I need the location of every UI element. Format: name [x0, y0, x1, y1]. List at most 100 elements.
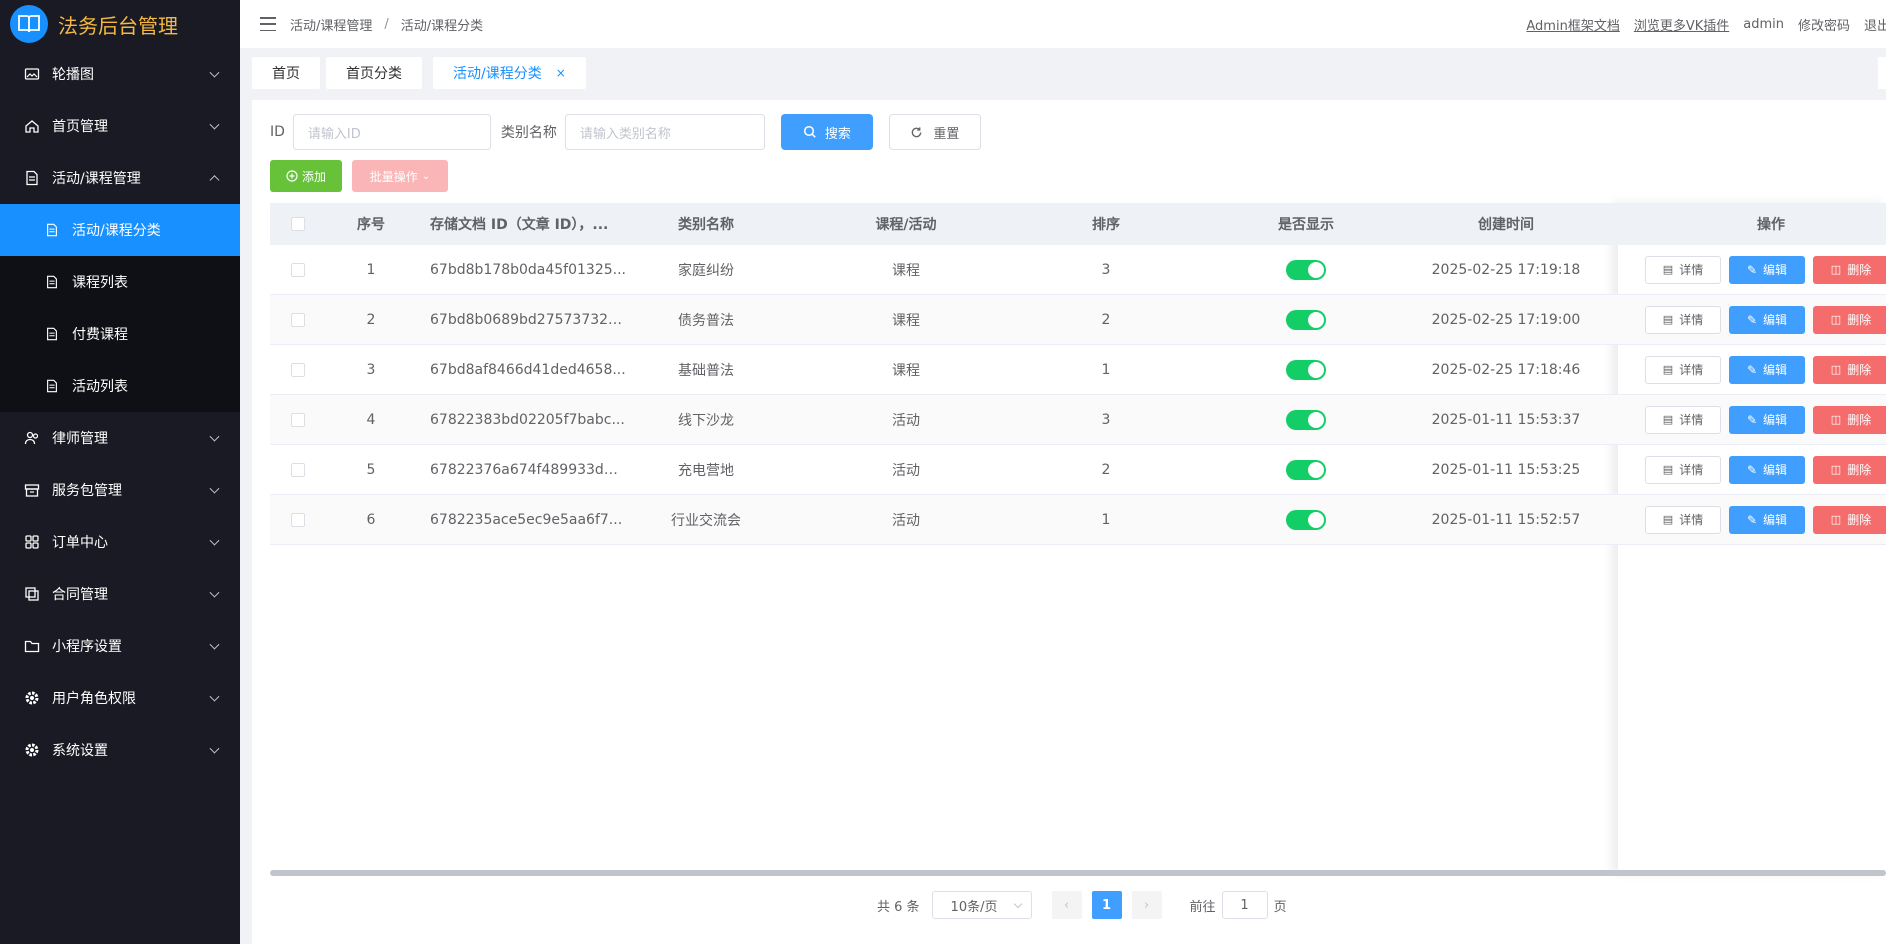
- logout-link[interactable]: 退出: [1864, 15, 1886, 34]
- visible-toggle[interactable]: [1286, 259, 1326, 280]
- edit-button[interactable]: ✎ 编辑: [1729, 505, 1805, 534]
- add-button[interactable]: 添加: [270, 160, 342, 192]
- doc-id-cell: 67bd8b178b0da45f01325...: [430, 261, 626, 278]
- doc-id-cell: 67bd8b0689bd27573732a...: [430, 311, 626, 328]
- edit-button[interactable]: ✎ 编辑: [1729, 405, 1805, 434]
- created-time-cell: 2025-01-11 15:53:37: [1431, 411, 1581, 428]
- sidebar-item-paid-course[interactable]: 付费课程: [0, 308, 240, 360]
- category-name-input[interactable]: 请输入类别名称: [564, 114, 765, 150]
- batch-operation-button[interactable]: 批量操作 ⌄: [352, 160, 448, 192]
- goto-page-input[interactable]: 1: [1221, 891, 1268, 919]
- edit-button[interactable]: ✎ 编辑: [1729, 355, 1805, 384]
- sidebar-item-activity-list[interactable]: 活动列表: [0, 360, 240, 412]
- select-all-checkbox[interactable]: [291, 217, 305, 231]
- view-button[interactable]: ▤ 详情: [1645, 505, 1721, 534]
- view-button-label: 详情: [1679, 463, 1704, 477]
- row-checkbox[interactable]: [291, 512, 305, 527]
- category-name-label: 类别名称: [500, 125, 557, 141]
- delete-button[interactable]: ◫ 删除: [1813, 255, 1886, 284]
- sidebar-item-home[interactable]: 首页管理: [0, 100, 240, 152]
- vk-plugins-link[interactable]: 浏览更多VK插件: [1634, 15, 1729, 34]
- change-password-link[interactable]: 修改密码: [1798, 15, 1850, 34]
- sidebar-item-system[interactable]: 系统设置: [0, 724, 240, 776]
- column-header: 创建时间: [1478, 217, 1534, 233]
- top-header: 活动/课程管理 / 活动/课程分类 Admin框架文档 浏览更多VK插件 adm…: [240, 0, 1886, 48]
- chevron-down-icon: [1013, 899, 1022, 909]
- view-button-label: 详情: [1679, 313, 1704, 327]
- chevron-down-icon: [209, 535, 220, 546]
- delete-button[interactable]: ◫ 删除: [1813, 355, 1886, 384]
- chevron-down-icon: ⌄: [421, 170, 431, 182]
- delete-button[interactable]: ◫ 删除: [1813, 505, 1886, 534]
- operation-cell: ▤ 详情 ✎ 编辑 ◫ 删除: [1636, 455, 1886, 484]
- row-checkbox[interactable]: [291, 462, 305, 477]
- operation-cell: ▤ 详情 ✎ 编辑 ◫ 删除: [1636, 305, 1886, 334]
- sidebar-item-contract[interactable]: 合同管理: [0, 568, 240, 620]
- view-button-label: 详情: [1679, 263, 1704, 277]
- sidebar-item-label: 活动列表: [72, 379, 128, 395]
- sidebar-item-banner[interactable]: 轮播图: [0, 48, 240, 100]
- doc-id-cell: 6782235ace5ec9e5aa6f7...: [430, 511, 623, 528]
- edit-button[interactable]: ✎ 编辑: [1729, 455, 1805, 484]
- delete-button[interactable]: ◫ 删除: [1813, 405, 1886, 434]
- sidebar-item-roles[interactable]: 用户角色权限: [0, 672, 240, 724]
- sidebar-item-miniprogram[interactable]: 小程序设置: [0, 620, 240, 672]
- table-row: 2 67bd8b0689bd27573732a... 债务普法 课程 2 2025-02-…: [270, 295, 1886, 345]
- column-header: 排序: [1092, 217, 1120, 233]
- edit-button[interactable]: ✎ 编辑: [1729, 255, 1805, 284]
- row-checkbox[interactable]: [291, 362, 305, 377]
- sidebar-item-label: 服务包管理: [52, 483, 122, 499]
- sidebar-item-activity[interactable]: 活动/课程管理: [0, 152, 240, 204]
- sidebar-item-orders[interactable]: 订单中心: [0, 516, 240, 568]
- row-checkbox[interactable]: [291, 312, 305, 327]
- visible-toggle[interactable]: [1286, 459, 1326, 480]
- breadcrumb: 活动/课程管理 / 活动/课程分类: [290, 15, 483, 34]
- row-checkbox[interactable]: [291, 262, 305, 277]
- goto-suffix: 页: [1273, 899, 1287, 915]
- horizontal-scrollbar[interactable]: [270, 870, 1886, 876]
- visible-toggle[interactable]: [1286, 309, 1326, 330]
- tab-home[interactable]: 首页: [252, 57, 320, 89]
- id-input[interactable]: 请输入ID: [292, 114, 491, 150]
- row-checkbox[interactable]: [291, 412, 305, 427]
- prev-page-button[interactable]: ‹: [1051, 891, 1082, 919]
- tab-activity-category[interactable]: 活动/课程分类 ×: [433, 57, 586, 89]
- breadcrumb-separator: /: [384, 16, 389, 32]
- delete-button-label: 删除: [1847, 263, 1872, 277]
- created-time-cell: 2025-02-25 17:19:00: [1431, 311, 1581, 328]
- search-button[interactable]: 搜索: [780, 114, 873, 150]
- menu-fold-icon[interactable]: [260, 17, 276, 31]
- visible-toggle[interactable]: [1286, 409, 1326, 430]
- view-button[interactable]: ▤ 详情: [1645, 355, 1721, 384]
- visible-toggle[interactable]: [1286, 509, 1326, 530]
- visible-toggle[interactable]: [1286, 359, 1326, 380]
- sidebar-item-service-pack[interactable]: 服务包管理: [0, 464, 240, 516]
- sidebar-item-activity-category[interactable]: 活动/课程分类: [0, 204, 240, 256]
- chevron-down-icon: [209, 587, 220, 598]
- current-page[interactable]: 1: [1091, 891, 1122, 919]
- admin-docs-link[interactable]: Admin框架文档: [1526, 15, 1619, 34]
- index-cell: 4: [366, 411, 376, 428]
- next-page-button[interactable]: ›: [1131, 891, 1162, 919]
- trash-icon: ◫: [1830, 363, 1842, 376]
- sidebar-item-lawyer[interactable]: 律师管理: [0, 412, 240, 464]
- edit-button[interactable]: ✎ 编辑: [1729, 305, 1805, 334]
- tab-home-category[interactable]: 首页分类: [326, 57, 422, 89]
- view-button[interactable]: ▤ 详情: [1645, 255, 1721, 284]
- delete-button[interactable]: ◫ 删除: [1813, 305, 1886, 334]
- delete-button[interactable]: ◫ 删除: [1813, 455, 1886, 484]
- view-button[interactable]: ▤ 详情: [1645, 455, 1721, 484]
- type-cell: 课程: [892, 362, 920, 379]
- view-button[interactable]: ▤ 详情: [1645, 405, 1721, 434]
- index-cell: 5: [366, 461, 376, 478]
- home-icon: [24, 118, 40, 134]
- page-size-select[interactable]: 10条/页: [931, 891, 1032, 919]
- breadcrumb-item[interactable]: 活动/课程管理: [290, 15, 372, 34]
- sidebar-item-course-list[interactable]: 课程列表: [0, 256, 240, 308]
- reset-button[interactable]: 重置: [888, 114, 981, 150]
- close-icon[interactable]: ×: [556, 66, 566, 80]
- user-name[interactable]: admin: [1743, 17, 1784, 32]
- edit-icon: ✎: [1746, 312, 1758, 327]
- doc-id-cell: 67bd8af8466d41ded4658...: [430, 361, 626, 378]
- view-button[interactable]: ▤ 详情: [1645, 305, 1721, 334]
